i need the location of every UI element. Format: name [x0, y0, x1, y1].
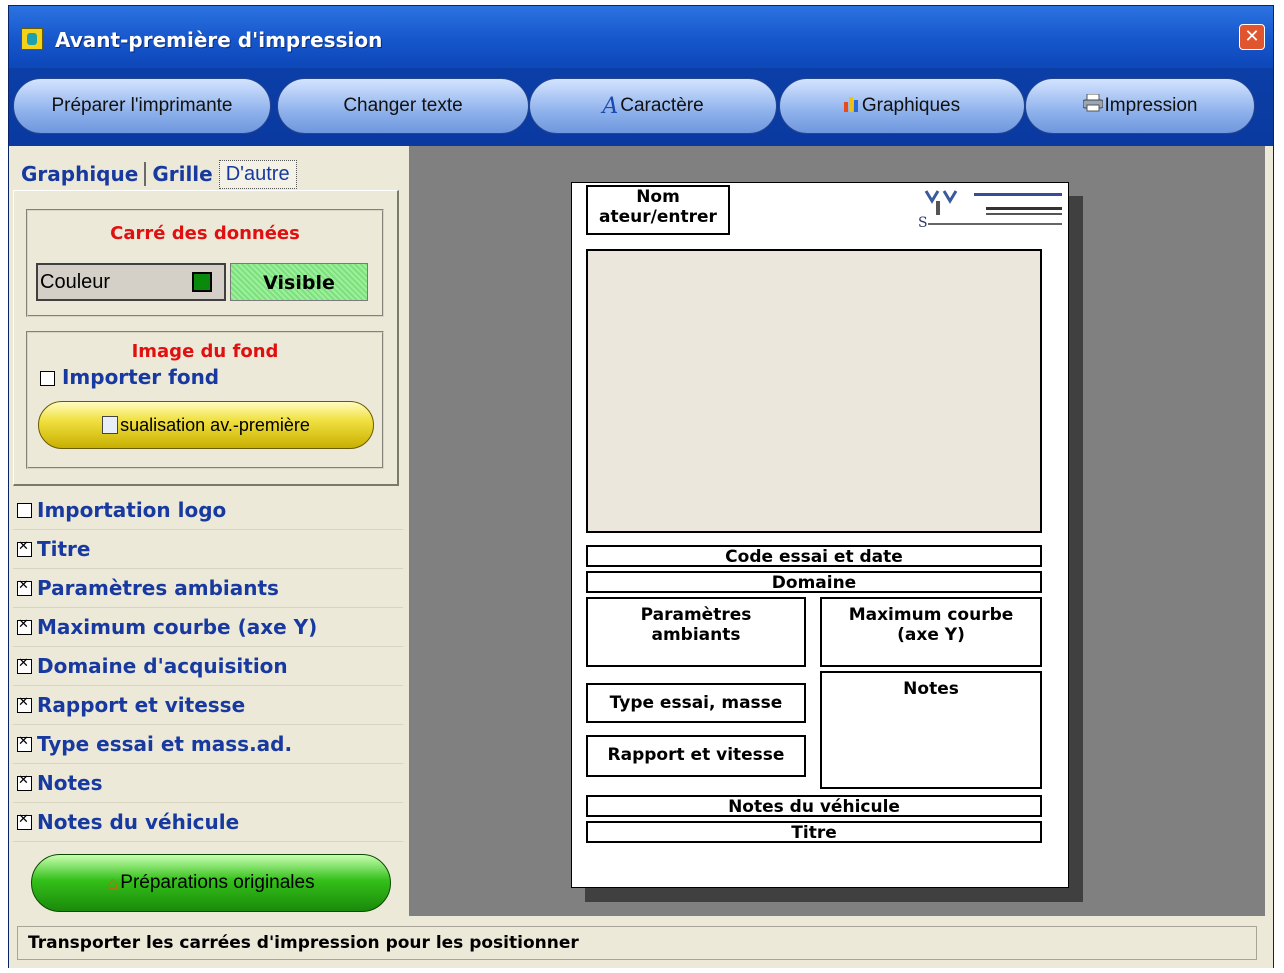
window-title: Avant-première d'impression [55, 28, 383, 52]
status-bar: Transporter les carrées d'impression pou… [9, 918, 1273, 968]
code-date-box[interactable]: Code essai et date [586, 545, 1042, 567]
checkbox-icon[interactable] [17, 617, 32, 635]
check-rapport-vitesse[interactable]: Rapport et vitesse [13, 686, 403, 725]
background-image-group: Image du fond Importer fond sualisation … [26, 331, 384, 469]
background-image-title: Image du fond [131, 341, 279, 362]
character-button[interactable]: A Caractère [529, 78, 777, 134]
check-label: Notes du véhicule [37, 810, 240, 834]
prepare-printer-label: Préparer l'imprimante [51, 95, 233, 116]
check-titre[interactable]: Titre [13, 530, 403, 569]
printer-icon [1082, 93, 1104, 118]
tab-graphique[interactable]: Graphique [15, 162, 147, 186]
checkbox-icon[interactable] [17, 812, 32, 830]
company-logo-icon: S [918, 190, 1062, 231]
graphics-label: Graphiques [861, 95, 961, 116]
original-settings-button[interactable]: ⌂ Préparations originales [31, 854, 391, 912]
settings-tab-panel: Graphique Grille D'autre Carré des donné… [9, 146, 407, 491]
data-square-group: Carré des données Couleur Visible [26, 209, 384, 317]
print-button[interactable]: Impression [1025, 78, 1255, 134]
check-label: Importation logo [37, 498, 227, 522]
title-box[interactable]: Titre [586, 821, 1042, 843]
character-label: Caractère [620, 95, 704, 116]
import-background-label: Importer fond [61, 365, 220, 389]
data-square-title: Carré des données [110, 223, 300, 244]
change-text-button[interactable]: Changer texte [277, 78, 529, 134]
check-label: Type essai et mass.ad. [37, 732, 293, 756]
notes-box[interactable]: Notes [820, 671, 1042, 789]
preview-visualisation-button[interactable]: sualisation av.-première [38, 401, 374, 449]
import-background-checkbox[interactable]: Importer fond [40, 365, 219, 389]
domain-box[interactable]: Domaine [586, 571, 1042, 593]
check-label: Paramètres ambiants [37, 576, 279, 600]
print-label: Impression [1104, 95, 1198, 116]
bar-chart-icon [843, 94, 860, 118]
toolbar: Préparer l'imprimante Changer texte A Ca… [9, 68, 1273, 146]
check-notes-vehicule[interactable]: Notes du véhicule [13, 803, 403, 842]
print-preview-window: Avant-première d'impression ✕ Préparer l… [8, 5, 1274, 968]
preview-visualisation-label: sualisation av.-première [120, 414, 310, 435]
color-picker-button[interactable]: Couleur [36, 263, 226, 301]
status-text: Transporter les carrées d'impression pou… [17, 926, 1257, 960]
prepare-printer-button[interactable]: Préparer l'imprimante [13, 78, 271, 134]
visible-toggle-button[interactable]: Visible [230, 263, 368, 301]
font-icon: A [602, 93, 619, 119]
title-bar[interactable]: Avant-première d'impression ✕ [9, 6, 1273, 68]
check-notes[interactable]: Notes [13, 764, 403, 803]
check-domaine-acquisition[interactable]: Domaine d'acquisition [13, 647, 403, 686]
check-label: Rapport et vitesse [37, 693, 246, 717]
check-type-essai[interactable]: Type essai et mass.ad. [13, 725, 403, 764]
checkbox-icon[interactable] [17, 734, 32, 752]
checkbox-icon[interactable] [17, 539, 32, 557]
checkbox-icon[interactable] [17, 578, 32, 596]
ratio-speed-box[interactable]: Rapport et vitesse [586, 735, 806, 777]
change-text-label: Changer texte [343, 95, 463, 116]
graphics-button[interactable]: Graphiques [779, 78, 1025, 134]
app-icon [21, 28, 43, 50]
name-box[interactable]: Nom ateur/entrer [586, 185, 730, 235]
tab-content: Carré des données Couleur Visible Image … [13, 190, 399, 486]
checkbox-icon[interactable] [17, 656, 32, 674]
checkbox-icon[interactable] [17, 773, 32, 791]
check-label: Domaine d'acquisition [37, 654, 288, 678]
color-swatch [192, 272, 212, 292]
check-label: Maximum courbe (axe Y) [37, 615, 318, 639]
tab-autre[interactable]: D'autre [218, 159, 297, 189]
check-label: Titre [37, 537, 91, 561]
settings-tabs: Graphique Grille D'autre [15, 154, 297, 194]
svg-text:S: S [918, 215, 928, 231]
element-checklist: Importation logo Titre Paramètres ambian… [13, 491, 403, 842]
test-type-box[interactable]: Type essai, masse [586, 683, 806, 723]
tab-grille[interactable]: Grille [146, 162, 218, 186]
checkbox-icon[interactable] [17, 502, 32, 518]
check-parametres-ambiants[interactable]: Paramètres ambiants [13, 569, 403, 608]
check-maximum-courbe[interactable]: Maximum courbe (axe Y) [13, 608, 403, 647]
color-label: Couleur [40, 271, 111, 293]
print-preview-area: Nom ateur/entrer S Code essai et date Do… [409, 146, 1265, 916]
chart-placeholder[interactable] [586, 249, 1042, 533]
house-icon: ⌂ [107, 872, 119, 893]
ambient-params-box[interactable]: Paramètres ambiants [586, 597, 806, 667]
check-label: Notes [37, 771, 103, 795]
vehicle-notes-box[interactable]: Notes du véhicule [586, 795, 1042, 817]
check-importation-logo[interactable]: Importation logo [13, 491, 403, 530]
checkbox-icon[interactable] [17, 695, 32, 713]
close-button[interactable]: ✕ [1239, 24, 1265, 50]
import-background-check-icon[interactable] [40, 371, 55, 386]
preview-page: Nom ateur/entrer S Code essai et date Do… [571, 182, 1069, 888]
magnifier-icon [102, 416, 119, 434]
max-curve-box[interactable]: Maximum courbe (axe Y) [820, 597, 1042, 667]
original-settings-label: Préparations originales [120, 872, 315, 893]
